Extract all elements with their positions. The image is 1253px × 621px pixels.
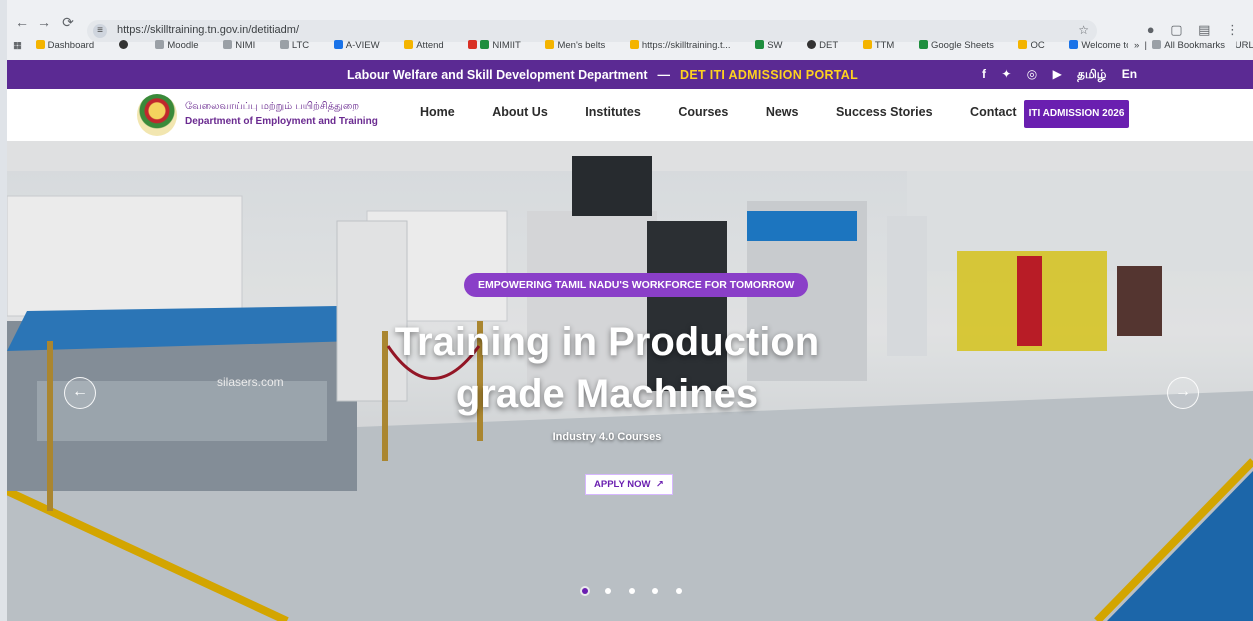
- bookmark-icon: [333, 40, 343, 49]
- hero-headline: Training in Production grade Machines: [307, 316, 907, 420]
- portal-title: Labour Welfare and Skill Development Dep…: [347, 68, 858, 82]
- bookmark-icon: [468, 40, 478, 49]
- arrow-right-icon: →: [1175, 383, 1191, 400]
- nav-home[interactable]: Home: [420, 105, 455, 119]
- back-icon[interactable]: ←: [13, 13, 31, 31]
- url-text[interactable]: https://skilltraining.tn.gov.in/detitiad…: [117, 24, 299, 36]
- carousel-next-button[interactable]: →: [1167, 377, 1199, 409]
- nav-courses[interactable]: Courses: [678, 105, 728, 119]
- trend-arrow-icon: ↗: [653, 479, 664, 490]
- bookmark-icon: [404, 40, 414, 49]
- brand-english: Department of Employment and Training: [185, 116, 378, 127]
- headline-line-2: grade Machines: [455, 372, 759, 416]
- reload-icon[interactable]: ⟳: [59, 13, 77, 31]
- headline-line-1: Training in Production: [394, 320, 820, 364]
- all-bookmarks-folder[interactable]: » | All Bookmarks: [1127, 36, 1236, 56]
- nav-success-stories[interactable]: Success Stories: [836, 105, 933, 119]
- site-header: வேலைவாய்ப்பு மற்றும் பயிற்சித்துறை Depar…: [7, 89, 1253, 141]
- carousel-dot[interactable]: [675, 588, 682, 594]
- bookmarks-bar: ▦ Dashboard Moodle NIMI LTC A-VIEW Atten…: [7, 36, 1253, 56]
- nav-news[interactable]: News: [766, 105, 799, 119]
- bookmark-folder[interactable]: Moodle: [155, 36, 209, 56]
- bookmark-item[interactable]: Men's belts: [545, 36, 616, 56]
- carousel-dot[interactable]: [582, 588, 588, 594]
- bookmark-item[interactable]: NIMIIT: [468, 36, 532, 56]
- tn-emblem-logo[interactable]: [137, 94, 177, 136]
- bookmark-item[interactable]: [118, 36, 142, 56]
- carousel-indicators: [582, 581, 695, 599]
- bookmark-folder[interactable]: NIMI: [223, 36, 266, 56]
- bookmark-item[interactable]: SW: [755, 36, 793, 56]
- bookmark-icon: [545, 40, 555, 49]
- folder-icon: [223, 40, 233, 49]
- department-name: Labour Welfare and Skill Development Dep…: [347, 68, 648, 82]
- bookmark-item[interactable]: DET: [807, 36, 849, 56]
- nav-contact[interactable]: Contact: [970, 105, 1017, 119]
- bookmark-icon: [755, 40, 765, 49]
- bookmark-item[interactable]: TTM: [862, 36, 906, 56]
- bookmark-icon: [862, 40, 872, 49]
- bookmark-icon: [918, 40, 928, 49]
- instagram-icon[interactable]: ◎: [1027, 67, 1037, 81]
- facebook-icon[interactable]: f: [982, 67, 986, 81]
- hero-subline: Industry 4.0 Courses: [552, 431, 662, 443]
- apply-now-label: APPLY NOW: [594, 479, 651, 490]
- bookmark-icon: [1018, 40, 1028, 49]
- main-nav: Home About Us Institutes Courses News Su…: [420, 105, 1051, 119]
- folder-icon: [155, 40, 165, 49]
- hero-tagline: EMPOWERING TAMIL NADU'S WORKFORCE FOR TO…: [464, 273, 809, 297]
- browser-chrome: ← → ⟳ ≡ https://skilltraining.tn.gov.in/…: [7, 0, 1253, 60]
- carousel-prev-button[interactable]: ←: [64, 377, 96, 409]
- window-frame: [0, 0, 7, 621]
- iti-admission-button[interactable]: ITI ADMISSION 2026: [1024, 100, 1129, 128]
- bookmark-folder[interactable]: LTC: [279, 36, 320, 56]
- brand[interactable]: வேலைவாய்ப்பு மற்றும் பயிற்சித்துறை Depar…: [185, 101, 378, 127]
- carousel-dot[interactable]: [652, 588, 659, 594]
- bookmark-item[interactable]: Dashboard: [35, 36, 105, 56]
- toolbar: ← → ⟳ ≡ https://skilltraining.tn.gov.in/…: [7, 10, 1253, 42]
- bookmark-icon: [807, 40, 817, 49]
- bookmark-item[interactable]: A-VIEW: [333, 36, 391, 56]
- bookmark-item[interactable]: https://skilltraining.t...: [629, 36, 742, 56]
- bookmark-icon: [35, 40, 45, 49]
- carousel-dot[interactable]: [628, 588, 635, 594]
- portal-name: DET ITI ADMISSION PORTAL: [680, 68, 859, 82]
- nav-institutes[interactable]: Institutes: [585, 105, 641, 119]
- folder-icon: [279, 40, 289, 49]
- bookmark-icon: [118, 40, 128, 49]
- arrow-left-icon: ←: [72, 383, 88, 400]
- bookmark-item[interactable]: Google Sheets: [918, 36, 1005, 56]
- bookmark-item[interactable]: Attend: [404, 36, 454, 56]
- hero-carousel: silasers.com EMPOWERING TAMIL NADU'S WOR…: [7, 141, 1253, 621]
- bookmark-icon: [629, 40, 639, 49]
- bookmark-item[interactable]: OC: [1018, 36, 1055, 56]
- bookmark-icon: [1069, 40, 1079, 49]
- folder-icon: [1152, 40, 1162, 49]
- announcement-bar: Labour Welfare and Skill Development Dep…: [7, 60, 1253, 89]
- nav-about-us[interactable]: About Us: [492, 105, 548, 119]
- lang-english-link[interactable]: En: [1122, 67, 1137, 81]
- carousel-dot[interactable]: [605, 588, 612, 594]
- apply-now-button[interactable]: APPLY NOW ↗: [585, 474, 673, 495]
- bookmark-star-icon[interactable]: ☆: [1078, 23, 1089, 37]
- lang-tamil-link[interactable]: தமிழ்: [1077, 67, 1106, 83]
- twitter-icon[interactable]: ✦: [1001, 67, 1011, 81]
- youtube-icon[interactable]: ▶: [1053, 67, 1062, 81]
- forward-icon[interactable]: →: [35, 13, 53, 31]
- social-links: f ✦ ◎ ▶ தமிழ் En: [982, 67, 1149, 83]
- separator: —: [657, 68, 671, 82]
- brand-tamil: வேலைவாய்ப்பு மற்றும் பயிற்சித்துறை: [185, 101, 360, 112]
- bookmark-icon: [480, 40, 490, 49]
- apps-icon[interactable]: ▦: [13, 36, 22, 56]
